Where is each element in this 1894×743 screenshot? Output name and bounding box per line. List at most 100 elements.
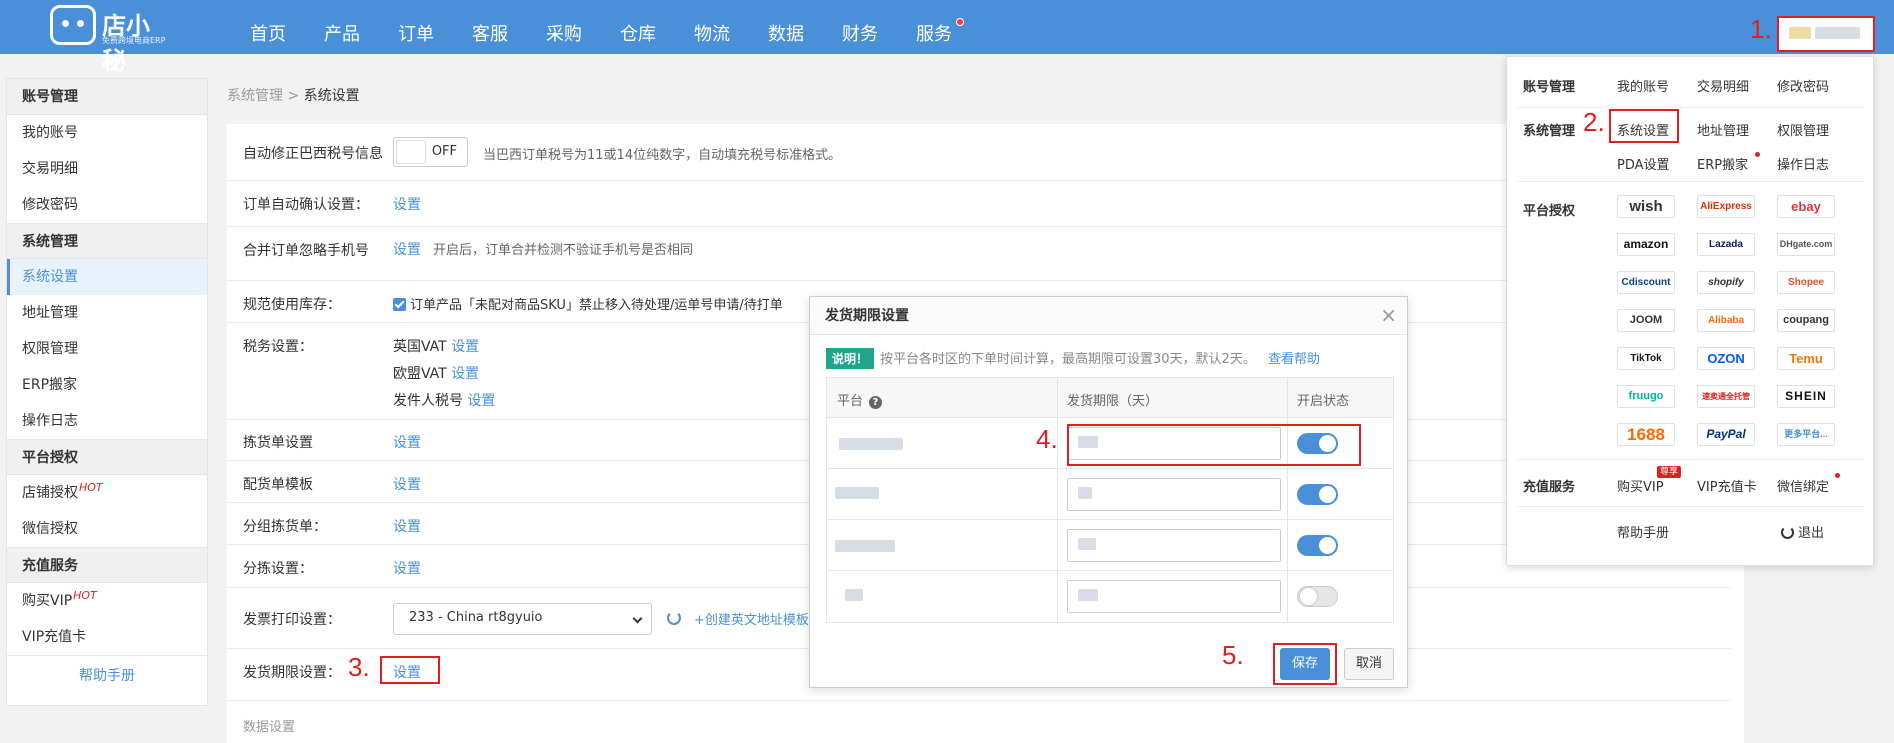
nav-purchase[interactable]: 采购 (546, 20, 582, 46)
logout-label: 退出 (1798, 526, 1825, 541)
switch-state: OFF (431, 144, 457, 159)
checkbox-checked-icon[interactable] (393, 298, 406, 311)
view-help-link[interactable]: 查看帮助 (1268, 352, 1320, 367)
sidebar-item-erp-migration[interactable]: ERP搬家 (7, 367, 207, 403)
tax-eu-set-link[interactable]: 设置 (451, 366, 479, 382)
account-menu-button[interactable] (1777, 16, 1875, 52)
platform-alibaba[interactable]: Alibaba (1697, 309, 1755, 332)
help-manual-link[interactable]: 帮助手册 (7, 655, 207, 695)
auto-confirm-set-link[interactable]: 设置 (393, 194, 421, 214)
dd-change-password[interactable]: 修改密码 (1777, 76, 1829, 95)
platform-aliexpress[interactable]: AliExpress (1697, 195, 1755, 218)
nav-home[interactable]: 首页 (250, 20, 286, 46)
more-platforms-link[interactable]: 更多平台... (1777, 423, 1835, 446)
platform-paypal[interactable]: PayPal (1697, 423, 1755, 446)
nav-finance[interactable]: 财务 (842, 20, 878, 46)
dd-address[interactable]: 地址管理 (1697, 120, 1749, 139)
ship-days-input[interactable] (1067, 478, 1281, 511)
step-4-marker: 4. (1036, 424, 1058, 454)
dd-buy-vip[interactable]: 购买VIP (1617, 476, 1664, 495)
platform-dhgate[interactable]: DHgate.com (1777, 233, 1835, 256)
fix-tax-label: 自动修正巴西税号信息 (243, 146, 383, 162)
platform-aliexpress-managed[interactable]: 速卖通全托管 (1697, 385, 1755, 408)
platform-shein[interactable]: SHEIN (1777, 385, 1835, 408)
platform-joom[interactable]: JOOM (1617, 309, 1675, 332)
ship-days-input[interactable] (1067, 529, 1281, 562)
enable-toggle-on[interactable] (1297, 535, 1338, 556)
breadcrumb-parent[interactable]: 系统管理 (227, 88, 283, 104)
dd-my-account[interactable]: 我的账号 (1617, 76, 1669, 95)
dd-permissions[interactable]: 权限管理 (1777, 120, 1829, 139)
nav-products[interactable]: 产品 (324, 20, 360, 46)
platform-1688[interactable]: 1688 (1617, 423, 1675, 446)
dd-transactions[interactable]: 交易明细 (1697, 76, 1749, 95)
platform-ebay[interactable]: ebay (1777, 195, 1835, 218)
group-pick-set-link[interactable]: 设置 (393, 516, 421, 536)
sidebar-item-permissions[interactable]: 权限管理 (7, 331, 207, 367)
enable-toggle-off[interactable] (1297, 586, 1338, 607)
sidebar-item-my-account[interactable]: 我的账号 (7, 115, 207, 151)
platform-shopify[interactable]: shopify (1697, 271, 1755, 294)
close-icon[interactable]: × (1380, 303, 1397, 327)
create-en-address-link[interactable]: +创建英文地址模板 (694, 609, 809, 628)
dd-pda-settings[interactable]: PDA设置 (1617, 154, 1670, 173)
dd-help-manual[interactable]: 帮助手册 (1617, 522, 1669, 541)
refresh-icon[interactable] (667, 611, 681, 625)
sorting-set-link[interactable]: 设置 (393, 558, 421, 578)
tax-uk-set-link[interactable]: 设置 (451, 339, 479, 355)
sidebar-item-operation-log[interactable]: 操作日志 (7, 403, 207, 439)
dd-erp-migration[interactable]: ERP搬家 (1697, 154, 1748, 173)
invoice-template-select[interactable]: 233 - China rt8gyuio (393, 603, 652, 635)
column-divider (1287, 378, 1288, 417)
tax-uk-label: 英国VAT (393, 339, 447, 355)
nav-orders[interactable]: 订单 (398, 20, 434, 46)
sidebar-item-change-password[interactable]: 修改密码 (7, 187, 207, 223)
sidebar-item-buy-vip[interactable]: 购买VIPHOT (7, 583, 207, 619)
nav-data[interactable]: 数据 (768, 20, 804, 46)
sidebar-item-address[interactable]: 地址管理 (7, 295, 207, 331)
divider (1517, 107, 1865, 108)
platform-coupang[interactable]: coupang (1777, 309, 1835, 332)
ship-period-set-link[interactable]: 设置 (393, 662, 421, 682)
sidebar-item-shop-auth[interactable]: 店铺授权HOT (7, 475, 207, 511)
sidebar-item-transactions[interactable]: 交易明细 (7, 151, 207, 187)
question-icon[interactable]: ? (869, 396, 883, 409)
logo[interactable]: 店小秘 免费跨境电商ERP (50, 3, 165, 75)
save-button[interactable]: 保存 (1280, 648, 1330, 680)
platform-shopee[interactable]: Shopee (1777, 271, 1835, 294)
platform-fruugo[interactable]: fruugo (1617, 385, 1675, 408)
nav-warehouse[interactable]: 仓库 (620, 20, 656, 46)
ship-days-input[interactable] (1067, 580, 1281, 613)
ship-template-set-link[interactable]: 设置 (393, 474, 421, 494)
platform-name-blurred (839, 438, 903, 450)
sidebar-item-system-settings[interactable]: 系统设置 (7, 259, 207, 295)
ship-period-label: 发货期限设置： (243, 665, 341, 681)
platform-tiktok[interactable]: TikTok (1617, 347, 1675, 370)
cancel-button[interactable]: 取消 (1344, 648, 1394, 680)
platform-wish[interactable]: wish (1617, 195, 1675, 218)
stock-option[interactable]: 订单产品「未配对商品SKU」禁止移入待处理/运单号申请/待打单 (393, 294, 783, 313)
pick-list-set-link[interactable]: 设置 (393, 432, 421, 452)
platform-amazon[interactable]: amazon (1617, 233, 1675, 256)
nav-logistics[interactable]: 物流 (694, 20, 730, 46)
platform-lazada[interactable]: Lazada (1697, 233, 1755, 256)
dd-system-settings[interactable]: 系统设置 (1617, 120, 1669, 139)
platform-ozon[interactable]: OZON (1697, 347, 1755, 370)
tax-sender-set-link[interactable]: 设置 (467, 393, 495, 409)
dd-operation-log[interactable]: 操作日志 (1777, 154, 1829, 173)
merge-order-desc: 开启后，订单合并检测不验证手机号是否相同 (433, 243, 694, 258)
sidebar-item-wechat-auth[interactable]: 微信授权 (7, 511, 207, 547)
merge-order-set-link[interactable]: 设置 (393, 239, 421, 259)
column-divider (1057, 571, 1058, 622)
sidebar-item-vip-card[interactable]: VIP充值卡 (7, 619, 207, 655)
dd-wechat-bind[interactable]: 微信绑定 (1777, 476, 1829, 495)
logout-button[interactable]: 退出 (1781, 522, 1824, 541)
nav-service[interactable]: 服务 (916, 20, 952, 46)
nav-customer-service[interactable]: 客服 (472, 20, 508, 46)
top-nav: 店小秘 免费跨境电商ERP 首页 产品 订单 客服 采购 仓库 物流 数据 财务… (0, 0, 1894, 75)
platform-temu[interactable]: Temu (1777, 347, 1835, 370)
enable-toggle-on[interactable] (1297, 484, 1338, 505)
fix-tax-switch[interactable]: OFF (393, 137, 468, 167)
platform-cdiscount[interactable]: Cdiscount (1617, 271, 1675, 294)
dd-vip-card[interactable]: VIP充值卡 (1697, 476, 1757, 495)
